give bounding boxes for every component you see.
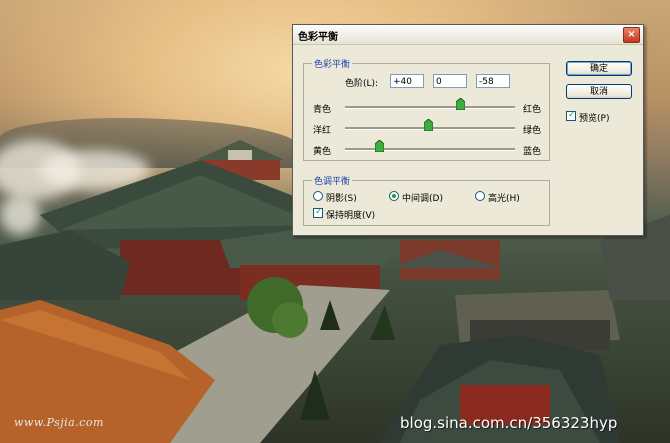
radio-midtones[interactable] (389, 191, 399, 201)
radio-highlights[interactable] (475, 191, 485, 201)
check-icon: ✓ (315, 207, 323, 217)
radio-highlights-label[interactable]: 高光(H) (488, 191, 520, 204)
color-balance-dialog: 色彩平衡 × 色彩平衡 色阶(L): +40 0 -58 青色 红色 洋红 绿色… (292, 24, 644, 236)
slider-thumb-yellow-blue[interactable] (375, 140, 384, 152)
slider-track-yellow-blue[interactable] (345, 148, 515, 151)
levels-input-yellow-blue[interactable]: -58 (476, 74, 510, 88)
slider-thumb-cyan-red[interactable] (456, 98, 465, 110)
slider-label-yellow: 黄色 (313, 147, 332, 157)
slider-label-magenta: 洋红 (313, 126, 332, 136)
radio-midtones-label[interactable]: 中间调(D) (402, 191, 443, 204)
levels-input-cyan-red[interactable]: +40 (390, 74, 424, 88)
radio-selected-dot (392, 194, 396, 198)
levels-input-magenta-green[interactable]: 0 (433, 74, 467, 88)
preserve-luminosity-checkbox[interactable]: ✓ (313, 207, 323, 218)
slider-label-blue: 蓝色 (523, 147, 542, 157)
radio-shadows-label[interactable]: 阴影(S) (326, 191, 357, 204)
slider-label-green: 绿色 (523, 126, 542, 136)
watermark-right: blog.sina.com.cn/356323hyp (400, 414, 618, 432)
tone-balance-legend: 色调平衡 (312, 174, 353, 187)
preview-checkbox[interactable]: ✓ (566, 110, 576, 121)
cancel-button[interactable]: 取消 (566, 84, 632, 99)
ok-button[interactable]: 确定 (566, 61, 632, 76)
slider-label-cyan: 青色 (313, 105, 332, 115)
color-balance-group: 色彩平衡 (303, 57, 550, 161)
radio-shadows[interactable] (313, 191, 323, 201)
color-balance-legend: 色彩平衡 (312, 57, 353, 70)
dialog-titlebar[interactable]: 色彩平衡 × (293, 25, 643, 45)
close-icon[interactable]: × (623, 27, 640, 43)
slider-label-red: 红色 (523, 105, 542, 115)
watermark-left: www.Psjia.com (14, 416, 104, 429)
levels-label: 色阶(L): (345, 79, 379, 89)
dialog-title: 色彩平衡 (298, 32, 338, 43)
slider-thumb-magenta-green[interactable] (424, 119, 433, 131)
check-icon: ✓ (568, 110, 576, 120)
slider-track-cyan-red[interactable] (345, 106, 515, 109)
preserve-luminosity-label[interactable]: 保持明度(V) (326, 208, 375, 221)
preview-label[interactable]: 预览(P) (579, 111, 609, 124)
